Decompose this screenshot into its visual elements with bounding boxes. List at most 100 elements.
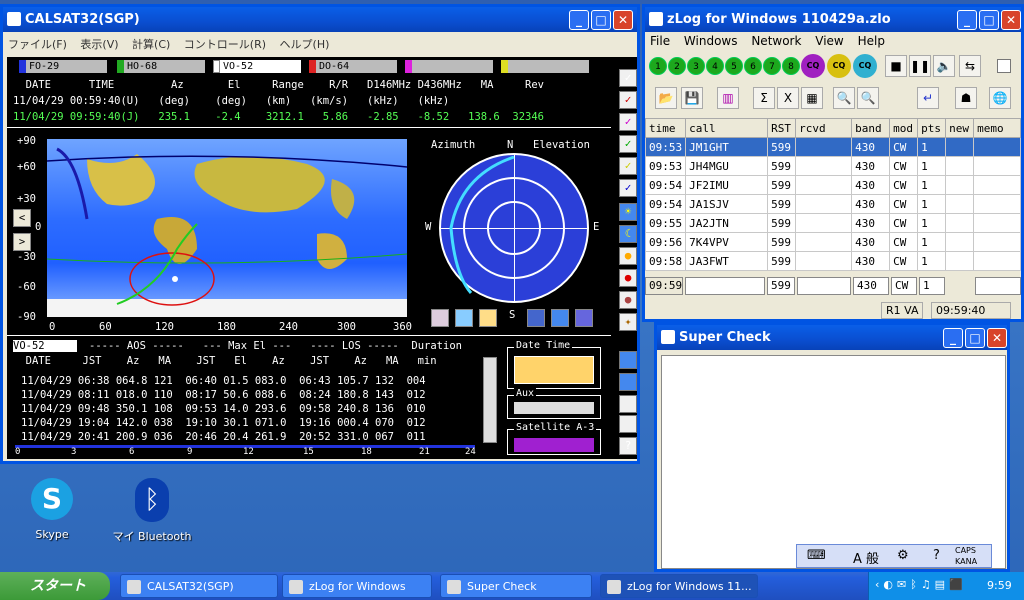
- menu-help[interactable]: ヘルプ(H): [275, 32, 335, 56]
- menu-windows[interactable]: Windows: [679, 32, 743, 50]
- polar-option-2[interactable]: [551, 309, 569, 327]
- pause-button[interactable]: ❚❚: [909, 55, 931, 77]
- table-row[interactable]: 09:58 JA3FWT 599 430 CW 1: [644, 251, 1021, 271]
- col-mod[interactable]: mod: [889, 118, 919, 138]
- cw-msg-8[interactable]: 8: [782, 57, 800, 75]
- cq-button-3[interactable]: CQ: [853, 54, 877, 78]
- cq-button-1[interactable]: CQ: [801, 54, 825, 78]
- maximize-button[interactable]: □: [591, 10, 611, 30]
- tool-btn-4[interactable]: [619, 415, 637, 433]
- clear-icon[interactable]: X: [777, 87, 799, 109]
- cw-msg-5[interactable]: 5: [725, 57, 743, 75]
- stop-button[interactable]: ■: [885, 55, 907, 77]
- keyboard-icon[interactable]: ⌨: [807, 548, 826, 563]
- menu-file[interactable]: File: [645, 32, 675, 50]
- tray-icons[interactable]: ‹◐✉ᛒ♫▤⬛: [875, 578, 967, 591]
- speaker-icon[interactable]: 🔈: [933, 55, 955, 77]
- menu-file[interactable]: ファイル(F): [3, 32, 72, 56]
- menu-help[interactable]: Help: [853, 32, 890, 50]
- table-row[interactable]: 09:53 JM1GHT 599 430 CW 1: [644, 137, 1021, 157]
- partial-check-icon[interactable]: ▥: [717, 87, 739, 109]
- bluetooth-desktop-icon[interactable]: ᛒ マイ Bluetooth: [112, 478, 192, 544]
- cw-msg-7[interactable]: 7: [763, 57, 781, 75]
- operator-icon[interactable]: ☗: [955, 87, 977, 109]
- table-row[interactable]: 09:56 7K4VPV 599 430 CW 1: [644, 232, 1021, 252]
- col-new[interactable]: new: [945, 118, 975, 138]
- check-btn-1[interactable]: ✓: [619, 69, 637, 87]
- cw-msg-2[interactable]: 2: [668, 57, 686, 75]
- zlog-minimize-button[interactable]: _: [957, 10, 977, 30]
- taskbar-item-zlog-active[interactable]: zLog for Windows 11...: [600, 574, 758, 598]
- super-check-titlebar[interactable]: Super Check _ □ ✕: [657, 325, 1007, 350]
- table-row[interactable]: 09:53 JH4MGU 599 430 CW 1: [644, 156, 1021, 176]
- menu-control[interactable]: コントロール(R): [179, 32, 271, 56]
- sat-slot-2[interactable]: HO-68: [117, 60, 205, 73]
- cq-button-2[interactable]: CQ: [827, 54, 851, 78]
- check-btn-5[interactable]: ✓: [619, 157, 637, 175]
- map-left-button[interactable]: <: [13, 209, 31, 227]
- map-option-1[interactable]: [431, 309, 449, 327]
- col-call[interactable]: call: [685, 118, 769, 138]
- zlog-titlebar[interactable]: zLog for Windows 110429a.zlo _ □ ✕: [645, 7, 1021, 32]
- table-row[interactable]: 09:55 JA2JTN 599 430 CW 1: [644, 213, 1021, 233]
- taskbar-item-zlog[interactable]: zLog for Windows: [282, 574, 432, 598]
- tool-btn-3[interactable]: [619, 395, 637, 413]
- sun-icon[interactable]: ☀: [619, 203, 637, 221]
- red-planet-icon[interactable]: ●: [619, 269, 637, 287]
- menu-network[interactable]: Network: [746, 32, 806, 50]
- chart-icon[interactable]: ▦: [801, 87, 823, 109]
- moon-icon[interactable]: ☾: [619, 225, 637, 243]
- cw-msg-1[interactable]: 1: [649, 57, 667, 75]
- dt-buttons[interactable]: [514, 356, 594, 384]
- col-pts[interactable]: pts: [917, 118, 947, 138]
- map-option-3[interactable]: [479, 309, 497, 327]
- entry-band[interactable]: 430: [853, 277, 889, 295]
- col-rst[interactable]: RST: [767, 118, 797, 138]
- col-rcvd[interactable]: rcvd: [795, 118, 853, 138]
- col-band[interactable]: band: [851, 118, 891, 138]
- tool-btn-2[interactable]: [619, 373, 637, 391]
- sat-slot-3[interactable]: VO-52: [213, 60, 301, 73]
- calsat-titlebar[interactable]: CALSAT32(SGP) _ □ ✕: [3, 7, 637, 32]
- planet-icon[interactable]: ●: [619, 247, 637, 265]
- check-btn-4[interactable]: ✓: [619, 135, 637, 153]
- tool-btn-1[interactable]: [619, 351, 637, 369]
- ime-tools-icon[interactable]: ⚙: [897, 548, 909, 563]
- minimize-button[interactable]: _: [569, 10, 589, 30]
- sat-slot-1[interactable]: FO-29: [19, 60, 107, 73]
- option-checkbox[interactable]: [997, 59, 1011, 73]
- entry-rst-input[interactable]: 599: [767, 277, 795, 295]
- check-btn-6[interactable]: ✓: [619, 179, 637, 197]
- close-button[interactable]: ✕: [613, 10, 633, 30]
- skype-desktop-icon[interactable]: S Skype: [12, 478, 92, 541]
- open-folder-icon[interactable]: 📂: [655, 87, 677, 109]
- cw-msg-6[interactable]: 6: [744, 57, 762, 75]
- polar-option-3[interactable]: [575, 309, 593, 327]
- zlog-close-button[interactable]: ✕: [1001, 10, 1021, 30]
- sc-minimize-button[interactable]: _: [943, 328, 963, 348]
- find-dupe-icon[interactable]: 🔍: [857, 87, 879, 109]
- sat-arrow-buttons[interactable]: [514, 438, 594, 452]
- menu-view[interactable]: View: [810, 32, 848, 50]
- super-check-list[interactable]: [661, 355, 1006, 569]
- sat-slot-4[interactable]: DO-64: [309, 60, 397, 73]
- check-btn-2[interactable]: ✓: [619, 91, 637, 109]
- entry-call-input[interactable]: [685, 277, 765, 295]
- entry-time[interactable]: 09:59: [645, 277, 683, 295]
- table-row[interactable]: 09:54 JF2IMU 599 430 CW 1: [644, 175, 1021, 195]
- entry-mode[interactable]: CW: [891, 277, 917, 295]
- polar-option-1[interactable]: [527, 309, 545, 327]
- clock[interactable]: 9:59: [987, 579, 1012, 592]
- enter-icon[interactable]: ↵: [917, 87, 939, 109]
- tuner-icon[interactable]: ⇆: [959, 55, 981, 77]
- sat-slot-6[interactable]: [501, 60, 589, 73]
- entry-pts[interactable]: 1: [919, 277, 945, 295]
- ime-help-icon[interactable]: ?: [933, 548, 940, 563]
- zlog-maximize-button[interactable]: □: [979, 10, 999, 30]
- table-row[interactable]: 09:54 JA1SJV 599 430 CW 1: [644, 194, 1021, 214]
- sc-maximize-button[interactable]: □: [965, 328, 985, 348]
- map-right-button[interactable]: >: [13, 233, 31, 251]
- taskbar-item-calsat[interactable]: CALSAT32(SGP): [120, 574, 278, 598]
- globe-icon[interactable]: 🌐: [989, 87, 1011, 109]
- cw-msg-3[interactable]: 3: [687, 57, 705, 75]
